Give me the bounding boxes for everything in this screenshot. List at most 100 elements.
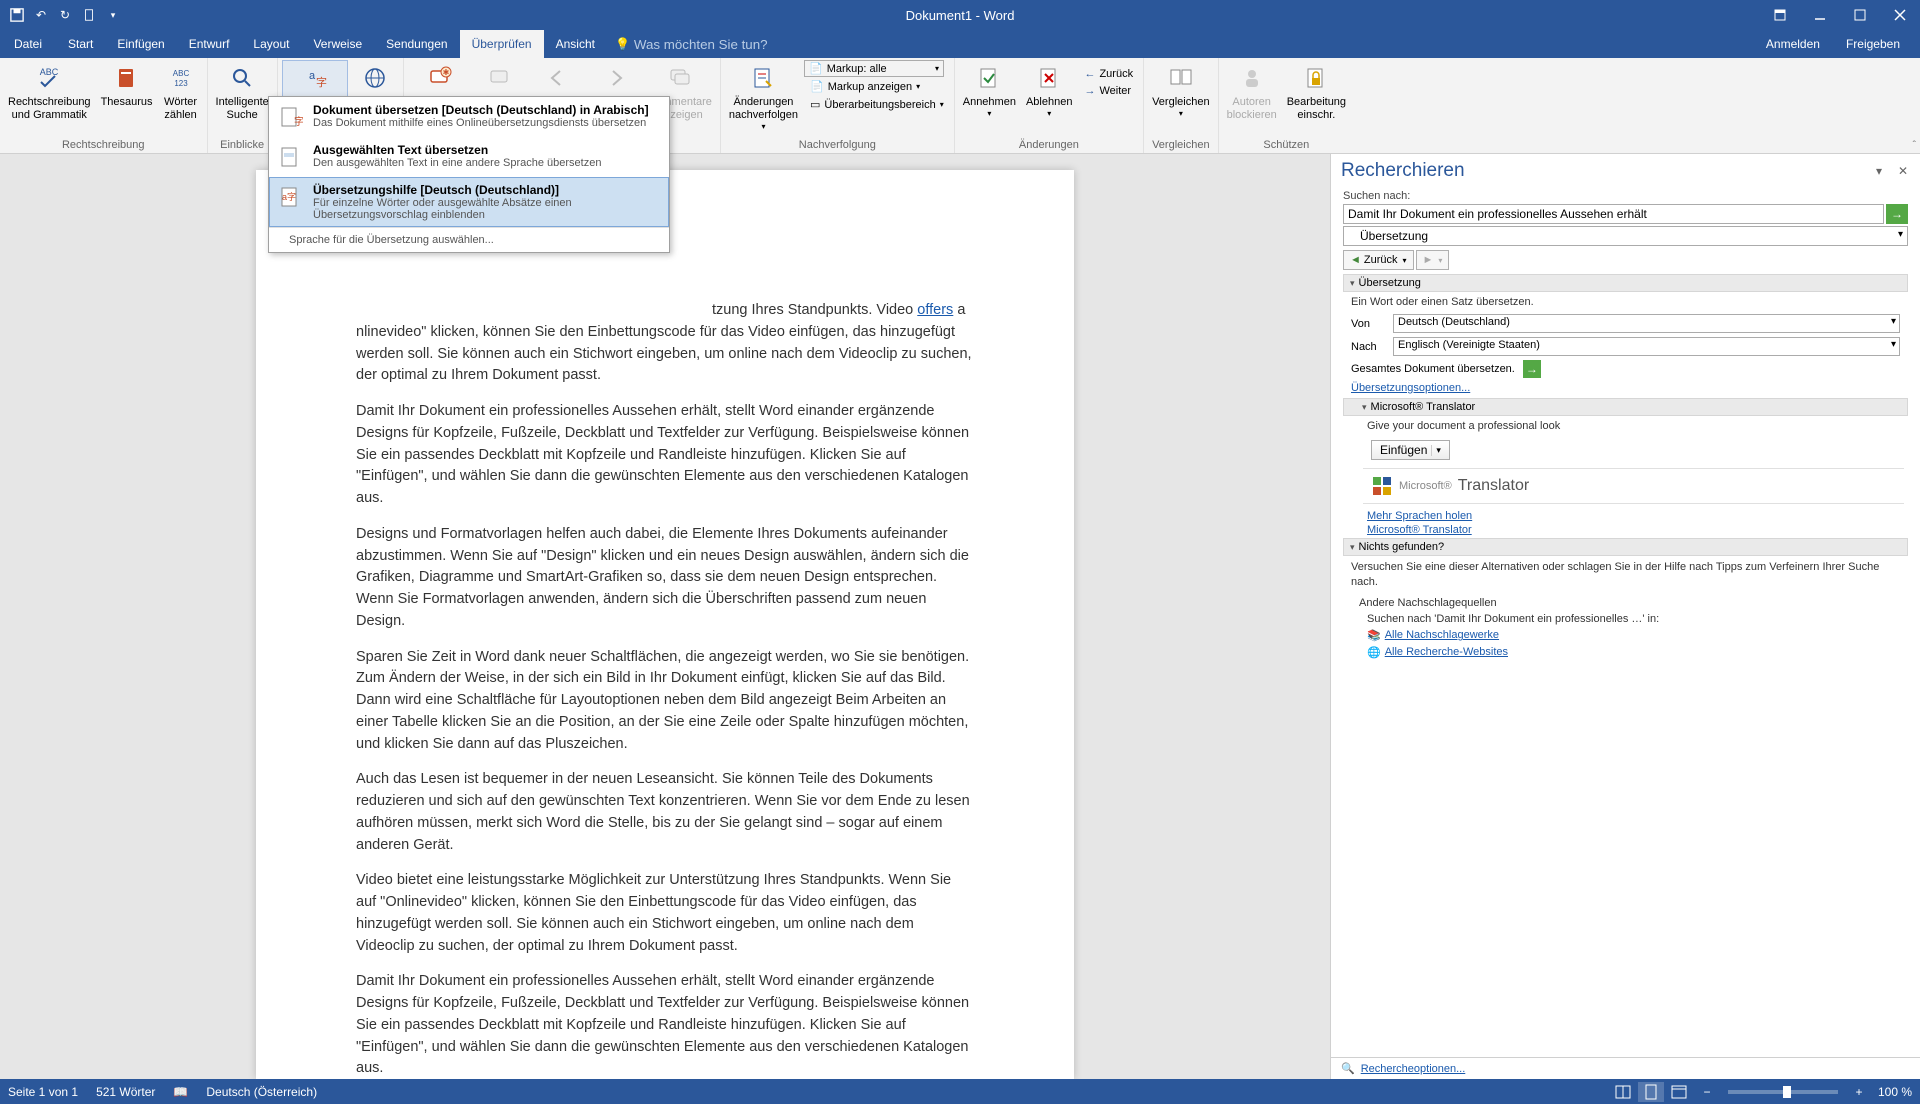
reviewing-pane-button[interactable]: ▭Überarbeitungsbereich▾	[804, 96, 950, 113]
service-combo[interactable]: Übersetzung	[1343, 226, 1908, 246]
svg-text:字: 字	[294, 115, 303, 128]
zoom-thumb[interactable]	[1783, 1086, 1791, 1098]
zoom-level[interactable]: 100 %	[1878, 1085, 1912, 1099]
save-icon[interactable]	[6, 4, 28, 26]
signin-link[interactable]: Anmelden	[1754, 30, 1832, 58]
all-sites-link[interactable]: 🌐Alle Recherche-Websites	[1343, 644, 1908, 661]
show-markup-button[interactable]: 📄Markup anzeigen▾	[804, 78, 950, 95]
wordcount-button[interactable]: ABC123Wörter zählen	[159, 60, 203, 124]
to-combo[interactable]: Englisch (Vereinigte Staaten)	[1393, 337, 1900, 356]
all-reference-link[interactable]: 📚Alle Nachschlagewerke	[1343, 627, 1908, 644]
insert-button[interactable]: Einfügen▾	[1371, 440, 1450, 460]
chevron-down-icon: ▾	[761, 122, 765, 132]
thesaurus-button[interactable]: Thesaurus	[97, 60, 157, 111]
svg-text:ABC: ABC	[172, 69, 189, 78]
search-go-button[interactable]: →	[1886, 204, 1908, 224]
redo-icon[interactable]: ↻	[54, 4, 76, 26]
dd-mini-translator[interactable]: a字 Übersetzungshilfe [Deutsch (Deutschla…	[269, 177, 669, 227]
paragraph: Damit Ihr Dokument ein professionelles A…	[356, 971, 974, 1079]
smart-lookup-button[interactable]: Intelligente Suche	[212, 60, 273, 124]
to-label: Nach	[1351, 341, 1387, 353]
compare-button[interactable]: Vergleichen▾	[1148, 60, 1214, 121]
paragraph: Designs und Formatvorlagen helfen auch d…	[356, 524, 974, 633]
group-changes: Annehmen▾ Ablehnen▾ ←Zurück →Weiter Ände…	[955, 58, 1144, 153]
svg-text:a: a	[309, 70, 316, 82]
section-nothing-found[interactable]: ▾Nichts gefunden?	[1343, 538, 1908, 556]
section-ms-translator[interactable]: ▾Microsoft® Translator	[1343, 398, 1908, 416]
document-area[interactable]: Video bietet eine leistungsstarke Möglic…	[0, 154, 1330, 1079]
translator-logo-icon	[1371, 475, 1393, 497]
globe-icon	[359, 62, 391, 94]
svg-text:123: 123	[174, 79, 188, 88]
read-mode-icon[interactable]	[1610, 1082, 1636, 1102]
spelling-error: erhält	[681, 403, 717, 419]
lightbulb-icon: 💡	[615, 37, 630, 51]
back-button[interactable]: ←Zurück	[1078, 66, 1139, 82]
dd-translate-document[interactable]: 字 Dokument übersetzen [Deutsch (Deutschl…	[269, 97, 669, 137]
minimize-icon[interactable]	[1800, 0, 1840, 30]
ribbon-display-icon[interactable]	[1760, 0, 1800, 30]
globe-icon: 🌐	[1367, 646, 1381, 659]
track-changes-button[interactable]: Änderungen nachverfolgen▾	[725, 60, 802, 134]
tab-references[interactable]: Verweise	[301, 30, 374, 58]
nav-fwd-button[interactable]: ►▾	[1416, 250, 1450, 270]
svg-text:ABC: ABC	[40, 67, 59, 77]
dd-translate-selection[interactable]: Ausgewählten Text übersetzen Den ausgewä…	[269, 137, 669, 177]
maximize-icon[interactable]	[1840, 0, 1880, 30]
translate-icon: a字	[299, 63, 331, 95]
from-label: Von	[1351, 318, 1387, 330]
web-layout-icon[interactable]	[1666, 1082, 1692, 1102]
tab-layout[interactable]: Layout	[241, 30, 301, 58]
tab-design[interactable]: Entwurf	[177, 30, 242, 58]
next-button[interactable]: →Weiter	[1078, 83, 1139, 99]
tab-mailings[interactable]: Sendungen	[374, 30, 459, 58]
nav-back-button[interactable]: ◄Zurück▾	[1343, 250, 1414, 270]
from-combo[interactable]: Deutsch (Deutschland)	[1393, 314, 1900, 333]
svg-text:字: 字	[316, 75, 327, 89]
reject-button[interactable]: Ablehnen▾	[1022, 60, 1077, 121]
tab-start[interactable]: Start	[56, 30, 105, 58]
pane-header: Recherchieren ▾ ✕	[1331, 154, 1920, 186]
more-languages-link[interactable]: Mehr Sprachen holen	[1367, 510, 1472, 522]
spelling-button[interactable]: ABCRechtschreibung und Grammatik	[4, 60, 95, 124]
research-options-link[interactable]: Rechercheoptionen...	[1361, 1063, 1466, 1075]
markup-combo[interactable]: 📄Markup: alle▾	[804, 60, 944, 77]
chevron-down-icon: ▾	[1179, 109, 1183, 119]
word-count-status[interactable]: 521 Wörter	[96, 1085, 155, 1099]
group-proofing: ABCRechtschreibung und Grammatik Thesaur…	[0, 58, 208, 153]
tell-me-search[interactable]: 💡	[615, 37, 834, 52]
dd-choose-language[interactable]: Sprache für die Übersetzung auswählen...	[269, 227, 669, 252]
proofing-status[interactable]: 📖	[173, 1085, 188, 1099]
page-status[interactable]: Seite 1 von 1	[8, 1085, 78, 1099]
search-label: Suchen nach:	[1343, 190, 1908, 202]
translate-doc-go-button[interactable]: →	[1523, 360, 1541, 378]
print-layout-icon[interactable]	[1638, 1082, 1664, 1102]
touch-mode-icon[interactable]	[78, 4, 100, 26]
tab-view[interactable]: Ansicht	[544, 30, 607, 58]
zoom-slider[interactable]	[1728, 1090, 1838, 1094]
share-button[interactable]: Freigeben	[1834, 30, 1912, 58]
section-translate[interactable]: ▾Übersetzung	[1343, 274, 1908, 292]
comment-delete-icon	[484, 62, 516, 94]
language-status[interactable]: Deutsch (Österreich)	[206, 1085, 317, 1099]
pane-options-icon[interactable]: ▾	[1870, 162, 1888, 180]
qat-customize-icon[interactable]: ▾	[102, 4, 124, 26]
close-icon[interactable]	[1880, 0, 1920, 30]
zoom-out-button[interactable]: −	[1694, 1082, 1720, 1102]
undo-icon[interactable]: ↶	[30, 4, 52, 26]
restrict-editing-button[interactable]: Bearbeitung einschr.	[1283, 60, 1350, 124]
block-authors-button[interactable]: Autoren blockieren	[1223, 60, 1281, 124]
translation-options-link[interactable]: Übersetzungsoptionen...	[1343, 380, 1478, 396]
pane-close-icon[interactable]: ✕	[1894, 162, 1912, 180]
caret-down-icon: ▾	[1350, 278, 1355, 289]
collapse-ribbon-icon[interactable]: ˆ	[1913, 140, 1916, 151]
pane-footer: 🔍 Rechercheoptionen...	[1331, 1057, 1920, 1079]
search-input[interactable]	[1343, 204, 1884, 224]
ms-translator-link[interactable]: Microsoft® Translator	[1367, 524, 1472, 536]
zoom-in-button[interactable]: +	[1846, 1082, 1872, 1102]
tab-insert[interactable]: Einfügen	[105, 30, 176, 58]
accept-button[interactable]: Annehmen▾	[959, 60, 1020, 121]
tab-file[interactable]: Datei	[0, 30, 56, 58]
tell-me-input[interactable]	[634, 37, 834, 52]
tab-review[interactable]: Überprüfen	[460, 30, 544, 58]
